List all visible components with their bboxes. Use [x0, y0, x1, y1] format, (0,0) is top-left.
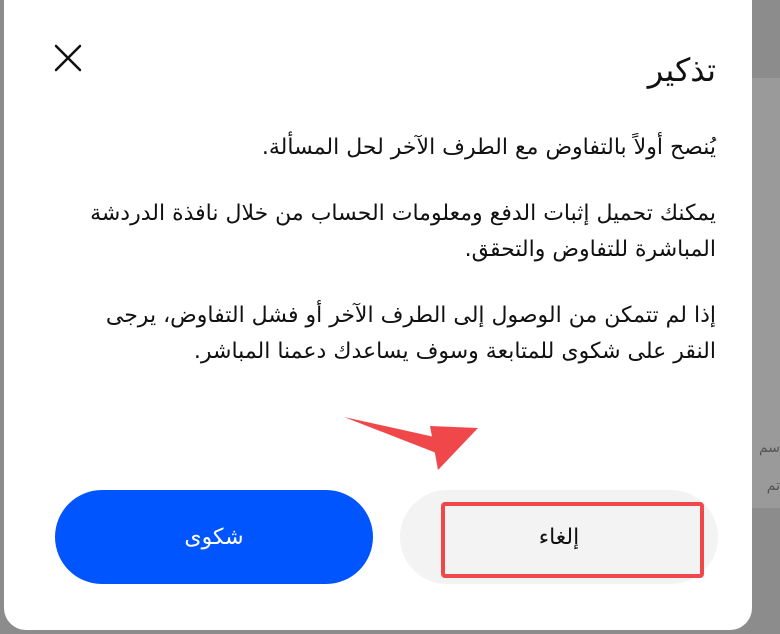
reminder-dialog: تذكير يُنصح أولاً بالتفاوض مع الطرف الآخ… [4, 0, 752, 630]
dialog-body: يُنصح أولاً بالتفاوض مع الطرف الآخر لحل … [76, 130, 716, 400]
dialog-paragraph: يُنصح أولاً بالتفاوض مع الطرف الآخر لحل … [261, 135, 716, 160]
close-icon [54, 44, 82, 72]
dialog-paragraph: يمكنك تحميل إثبات الدفع ومعلومات الحساب … [90, 201, 716, 262]
close-button[interactable] [50, 40, 86, 76]
background-text-fragment: سم [760, 440, 780, 456]
complaint-button[interactable]: شكوى [55, 490, 373, 584]
dialog-paragraph: إذا لم تتمكن من الوصول إلى الطرف الآخر أ… [105, 303, 716, 364]
background-text-fragment: تم [766, 478, 780, 494]
cancel-button[interactable]: إلغاء [400, 490, 718, 584]
dialog-title: تذكير [647, 51, 716, 89]
